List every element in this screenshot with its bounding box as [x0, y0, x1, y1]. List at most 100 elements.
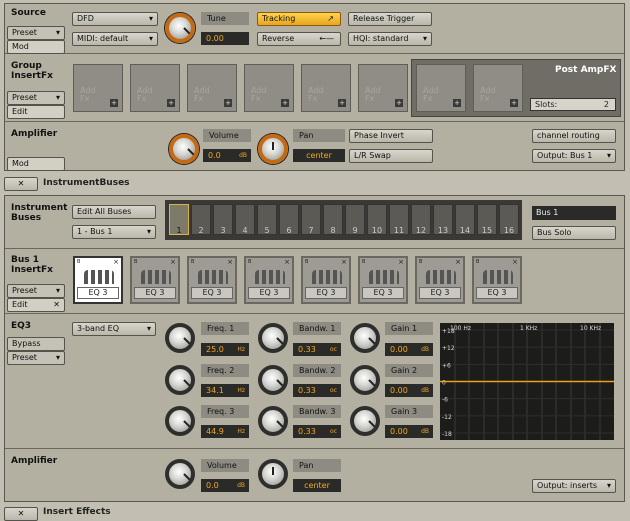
midi-menu[interactable]: MIDI: default [72, 32, 158, 46]
bus-solo-button[interactable]: Bus Solo [532, 226, 616, 240]
remove-icon[interactable]: × [284, 258, 290, 266]
close-icon[interactable]: ✕ [53, 299, 60, 311]
remove-icon[interactable]: × [455, 258, 461, 266]
eq3-bypass-button[interactable]: Bypass [7, 337, 65, 351]
bypass-indicator-icon[interactable]: B [419, 259, 422, 265]
eq-slot-7[interactable]: B × EQ 3 [415, 256, 465, 304]
volume-value[interactable]: 0.0 dB [203, 149, 251, 162]
gain-1-knob[interactable] [350, 323, 380, 353]
bus-channel[interactable]: 10 [367, 204, 387, 235]
bus-channel[interactable]: 4 [235, 204, 255, 235]
fx-slot-3[interactable]: Add Fx + [187, 64, 237, 112]
fx-slot-1[interactable]: Add Fx + [73, 64, 123, 112]
post-fx-slot-2[interactable]: Add Fx + [473, 64, 523, 112]
release-trigger-button[interactable]: Release Trigger [348, 12, 432, 26]
bus-channel[interactable]: 16 [499, 204, 519, 235]
bus-channel[interactable]: 8 [323, 204, 343, 235]
remove-icon[interactable]: × [512, 258, 518, 266]
freq-3-knob[interactable] [165, 406, 195, 436]
remove-icon[interactable]: × [398, 258, 404, 266]
pan-knob[interactable] [258, 134, 288, 164]
hqi-menu[interactable]: HQI: standard [348, 32, 432, 46]
gain-2-value[interactable]: 0.00 dB [385, 384, 433, 397]
bandw-3-value[interactable]: 0.33 oc [293, 425, 341, 438]
eq-slot-4[interactable]: B × EQ 3 [244, 256, 294, 304]
bus-channel[interactable]: 6 [279, 204, 299, 235]
bandw-2-knob[interactable] [258, 365, 288, 395]
fx-slot-4[interactable]: Add Fx + [244, 64, 294, 112]
source-mod-tab[interactable]: Mod [7, 40, 65, 54]
freq-2-knob[interactable] [165, 365, 195, 395]
fx-slot-5[interactable]: Add Fx + [301, 64, 351, 112]
freq-3-value[interactable]: 44.9 Hz [201, 425, 249, 438]
bus-channel[interactable]: 3 [213, 204, 233, 235]
eq-type-menu[interactable]: 3-band EQ [72, 322, 156, 336]
group-fx-edit-tab[interactable]: Edit [7, 105, 65, 119]
bus-volume-knob[interactable] [165, 459, 195, 489]
bypass-indicator-icon[interactable]: B [476, 259, 479, 265]
lr-swap-button[interactable]: L/R Swap [349, 149, 433, 163]
bypass-indicator-icon[interactable]: B [134, 259, 137, 265]
phase-invert-button[interactable]: Phase Invert [349, 129, 433, 143]
bus-channel[interactable]: 11 [389, 204, 409, 235]
remove-icon[interactable]: × [227, 258, 233, 266]
bus-fx-preset-menu[interactable]: Preset [7, 284, 65, 298]
bypass-indicator-icon[interactable]: B [77, 259, 80, 265]
bus-channel[interactable]: 14 [455, 204, 475, 235]
remove-icon[interactable]: × [113, 258, 119, 266]
bypass-indicator-icon[interactable]: B [362, 259, 365, 265]
bus-pan-value[interactable]: center [293, 479, 341, 492]
fx-slot-6[interactable]: Add Fx + [358, 64, 408, 112]
bus-channel[interactable]: 15 [477, 204, 497, 235]
freq-1-value[interactable]: 25.0 Hz [201, 343, 249, 356]
eq-slot-6[interactable]: B × EQ 3 [358, 256, 408, 304]
bandw-1-knob[interactable] [258, 323, 288, 353]
eq-slot-8[interactable]: B × EQ 3 [472, 256, 522, 304]
bus-channel[interactable]: 13 [433, 204, 453, 235]
bus-channel[interactable]: 12 [411, 204, 431, 235]
eq3-preset-menu[interactable]: Preset [7, 351, 65, 365]
insert-effects-toggle-button[interactable]: ✕ [4, 507, 38, 521]
buses-toggle-button[interactable]: ✕ [4, 177, 38, 191]
bus-output-menu[interactable]: Output: inserts [532, 479, 616, 493]
pan-value[interactable]: center [293, 149, 345, 162]
freq-1-knob[interactable] [165, 323, 195, 353]
bus-channel[interactable]: 5 [257, 204, 277, 235]
gain-3-value[interactable]: 0.00 dB [385, 425, 433, 438]
slots-field[interactable]: Slots: 2 [530, 98, 616, 111]
tune-value[interactable]: 0.00 [201, 32, 249, 45]
bandw-3-knob[interactable] [258, 406, 288, 436]
volume-knob[interactable] [169, 134, 199, 164]
bus-select-menu[interactable]: 1 - Bus 1 [72, 225, 156, 239]
bus-pan-knob[interactable] [258, 459, 288, 489]
bypass-indicator-icon[interactable]: B [248, 259, 251, 265]
eq-slot-1[interactable]: B × EQ 3 [73, 256, 123, 304]
eq-slot-5[interactable]: B × EQ 3 [301, 256, 351, 304]
bypass-indicator-icon[interactable]: B [191, 259, 194, 265]
bus-fx-edit-tab[interactable]: Edit ✕ [7, 298, 65, 312]
bus-channel[interactable]: 1 [169, 204, 189, 235]
remove-icon[interactable]: × [341, 258, 347, 266]
tracking-button[interactable]: Tracking ↗ [257, 12, 341, 26]
group-fx-preset-menu[interactable]: Preset [7, 91, 65, 105]
bus-volume-value[interactable]: 0.0 dB [201, 479, 249, 492]
amplifier-mod-tab[interactable]: Mod [7, 157, 65, 171]
bus-channel[interactable]: 9 [345, 204, 365, 235]
post-fx-slot-1[interactable]: Add Fx + [416, 64, 466, 112]
edit-all-buses-button[interactable]: Edit All Buses [72, 205, 156, 219]
fx-slot-2[interactable]: Add Fx + [130, 64, 180, 112]
bypass-indicator-icon[interactable]: B [305, 259, 308, 265]
gain-2-knob[interactable] [350, 365, 380, 395]
reverse-button[interactable]: Reverse ←— [257, 32, 341, 46]
remove-icon[interactable]: × [170, 258, 176, 266]
bandw-2-value[interactable]: 0.33 oc [293, 384, 341, 397]
gain-1-value[interactable]: 0.00 dB [385, 343, 433, 356]
gain-3-knob[interactable] [350, 406, 380, 436]
bandw-1-value[interactable]: 0.33 oc [293, 343, 341, 356]
bus-channel[interactable]: 7 [301, 204, 321, 235]
eq-slot-3[interactable]: B × EQ 3 [187, 256, 237, 304]
eq-slot-2[interactable]: B × EQ 3 [130, 256, 180, 304]
bus-name-field[interactable]: Bus 1 [532, 206, 616, 220]
amp-output-menu[interactable]: Output: Bus 1 [532, 149, 616, 163]
freq-2-value[interactable]: 34.1 Hz [201, 384, 249, 397]
